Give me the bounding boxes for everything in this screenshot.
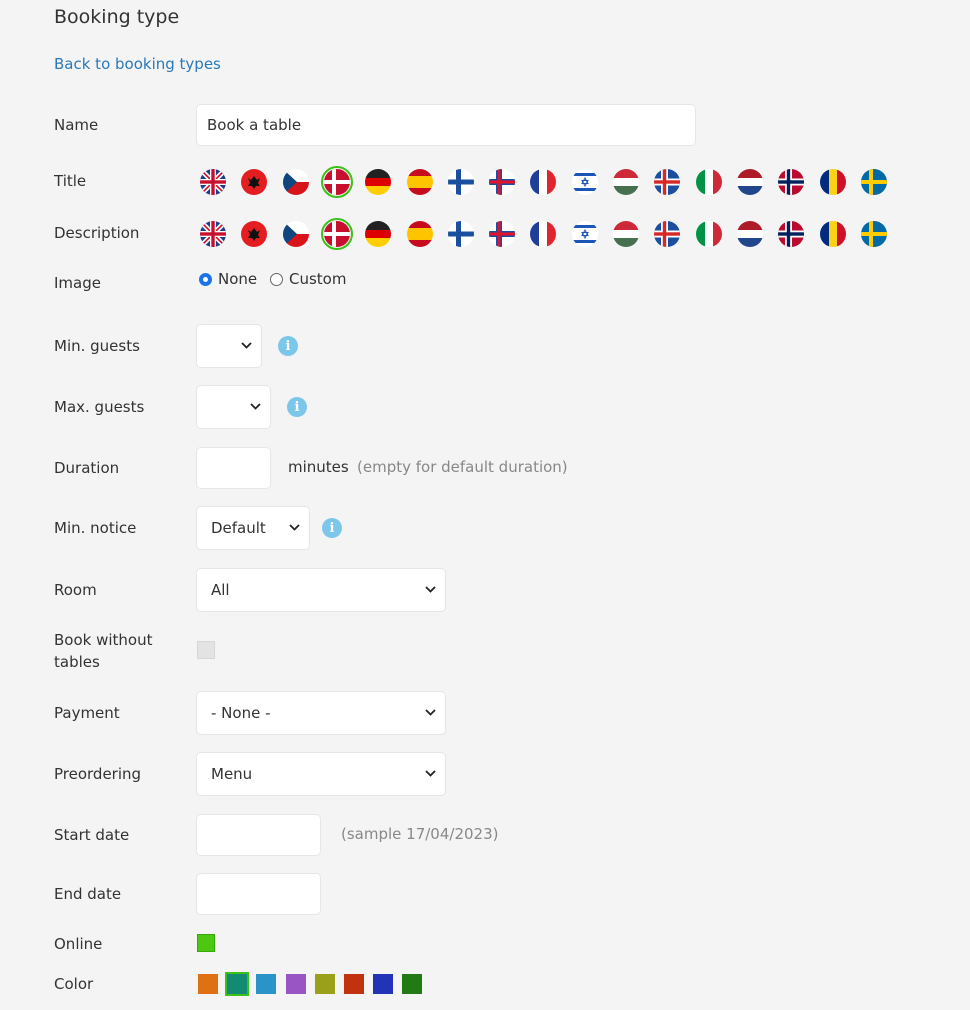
duration-hint: (empty for default duration) — [357, 458, 568, 476]
flag-hungarian-icon[interactable] — [613, 169, 639, 195]
flag-hebrew-icon[interactable] — [571, 169, 598, 195]
flag-norwegian-icon[interactable] — [778, 221, 805, 247]
name-input-value: Book a table — [207, 116, 302, 134]
color-swatch[interactable] — [285, 974, 306, 994]
flag-english-icon[interactable] — [200, 221, 226, 247]
description-label: Description — [54, 224, 140, 242]
min-notice-select[interactable]: Default — [196, 506, 310, 550]
payment-value: - None - — [211, 704, 271, 722]
flag-faroese-icon[interactable] — [489, 169, 516, 195]
color-swatch[interactable] — [344, 974, 364, 994]
start-date-hint: (sample 17/04/2023) — [341, 825, 499, 843]
flag-romanian-icon[interactable] — [819, 221, 846, 247]
name-input[interactable]: Book a table — [196, 104, 696, 146]
flag-hebrew-icon[interactable] — [571, 221, 598, 247]
flag-italian-icon[interactable] — [695, 169, 722, 195]
chevron-down-icon — [241, 342, 252, 349]
payment-label: Payment — [54, 704, 120, 722]
book-without-tables-label: Book without tables — [54, 629, 153, 673]
flag-albanian-icon[interactable] — [241, 221, 268, 247]
preordering-select[interactable]: Menu — [196, 752, 446, 796]
online-checkbox[interactable] — [197, 934, 215, 952]
flag-czech-icon[interactable] — [282, 221, 309, 247]
image-none-label: None — [218, 270, 258, 288]
flag-german-icon[interactable] — [365, 221, 392, 247]
start-date-label: Start date — [54, 826, 130, 844]
room-select[interactable]: All — [196, 568, 446, 612]
color-label: Color — [54, 975, 94, 993]
info-icon[interactable]: i — [322, 518, 342, 538]
duration-unit: minutes — [288, 458, 349, 476]
color-swatch[interactable] — [225, 972, 250, 996]
title-selected-language-ring — [320, 166, 353, 198]
info-icon[interactable]: i — [287, 397, 307, 417]
flag-french-icon[interactable] — [530, 221, 557, 247]
flag-german-icon[interactable] — [365, 169, 392, 195]
preordering-value: Menu — [211, 765, 253, 783]
page-title: Booking type — [54, 6, 180, 28]
flag-finnish-icon[interactable] — [447, 221, 474, 247]
preordering-label: Preordering — [54, 765, 142, 783]
start-date-input[interactable] — [196, 814, 321, 856]
flag-swedish-icon[interactable] — [860, 169, 887, 195]
flag-czech-icon[interactable] — [282, 169, 309, 195]
flag-albanian-icon[interactable] — [241, 169, 268, 195]
flag-swedish-icon[interactable] — [860, 221, 887, 247]
flag-finnish-icon[interactable] — [447, 169, 474, 195]
info-icon[interactable]: i — [278, 336, 298, 356]
online-label: Online — [54, 935, 103, 953]
max-guests-select[interactable] — [196, 385, 271, 429]
image-none-radio[interactable] — [199, 273, 212, 286]
flag-dutch-icon[interactable] — [736, 221, 763, 247]
book-without-tables-line2: tables — [54, 653, 100, 671]
back-to-booking-types-link[interactable]: Back to booking types — [54, 55, 221, 73]
flag-spanish-icon[interactable] — [406, 169, 433, 195]
max-guests-label: Max. guests — [54, 398, 145, 416]
color-swatch[interactable] — [314, 974, 335, 994]
duration-input[interactable] — [196, 447, 271, 489]
flag-icelandic-icon[interactable] — [654, 221, 681, 247]
min-notice-label: Min. notice — [54, 519, 137, 537]
image-custom-radio[interactable] — [270, 273, 283, 286]
flag-hungarian-icon[interactable] — [613, 221, 639, 247]
room-label: Room — [54, 581, 97, 599]
flag-icelandic-icon[interactable] — [654, 169, 681, 195]
color-swatch[interactable] — [373, 974, 394, 994]
image-custom-label: Custom — [289, 270, 347, 288]
image-label: Image — [54, 274, 101, 292]
duration-label: Duration — [54, 459, 120, 477]
flag-faroese-icon[interactable] — [489, 221, 516, 247]
flag-italian-icon[interactable] — [695, 221, 722, 247]
payment-select[interactable]: - None - — [196, 691, 446, 735]
chevron-down-icon — [289, 524, 300, 531]
chevron-down-icon — [425, 709, 436, 716]
min-guests-label: Min. guests — [54, 337, 140, 355]
min-guests-select[interactable] — [196, 324, 262, 368]
flag-romanian-icon[interactable] — [819, 169, 846, 195]
color-swatch[interactable] — [256, 974, 277, 994]
title-label: Title — [54, 172, 87, 190]
room-value: All — [211, 581, 230, 599]
flag-dutch-icon[interactable] — [736, 169, 763, 195]
end-date-input[interactable] — [196, 873, 321, 915]
color-swatch[interactable] — [198, 974, 218, 994]
flag-english-icon[interactable] — [200, 169, 226, 195]
flag-spanish-icon[interactable] — [406, 221, 433, 247]
flag-norwegian-icon[interactable] — [778, 169, 805, 195]
book-without-tables-line1: Book without — [54, 631, 153, 649]
min-notice-value: Default — [211, 519, 266, 537]
chevron-down-icon — [425, 586, 436, 593]
book-without-tables-checkbox[interactable] — [197, 641, 215, 659]
chevron-down-icon — [425, 770, 436, 777]
flag-french-icon[interactable] — [530, 169, 557, 195]
end-date-label: End date — [54, 885, 122, 903]
chevron-down-icon — [250, 403, 261, 410]
name-label: Name — [54, 116, 99, 134]
color-swatch[interactable] — [402, 974, 423, 994]
description-selected-language-ring — [320, 218, 353, 250]
